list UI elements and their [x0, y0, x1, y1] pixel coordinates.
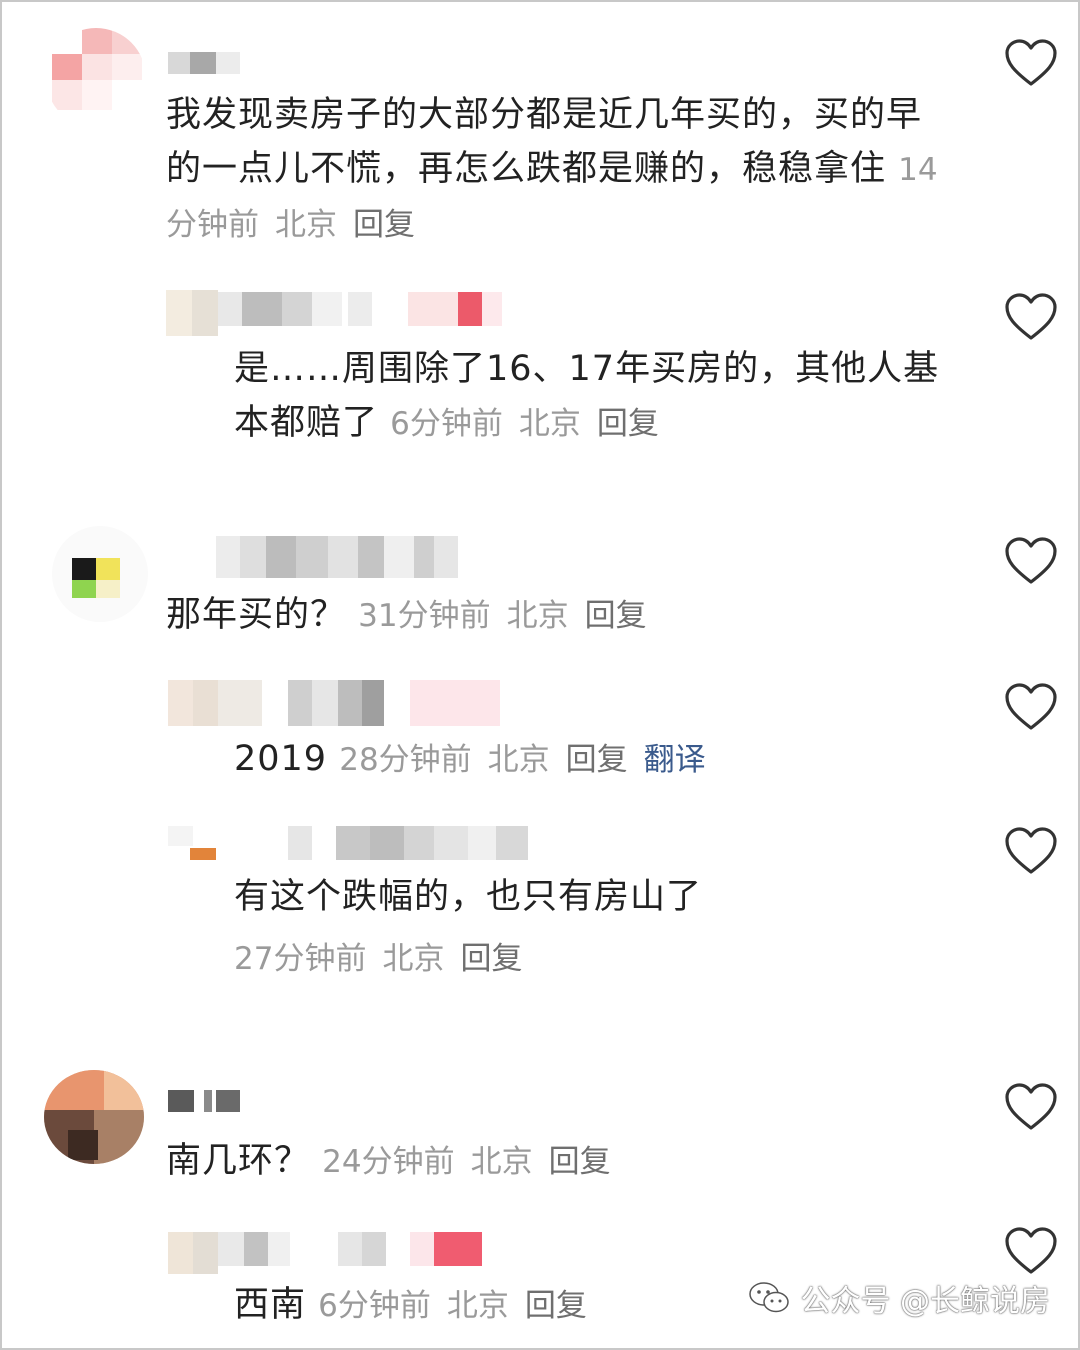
- timestamp: 6分钟前: [390, 406, 503, 442]
- location: 北京: [470, 1144, 533, 1180]
- reply-button[interactable]: 回复: [353, 207, 415, 243]
- username-blurred[interactable]: [218, 826, 530, 860]
- location: 北京: [275, 207, 337, 243]
- avatar[interactable]: [46, 28, 146, 128]
- like-heart-icon[interactable]: [1004, 1082, 1058, 1132]
- timestamp: 31分钟前: [358, 598, 491, 634]
- like-heart-icon[interactable]: [1004, 292, 1058, 342]
- translate-button[interactable]: 翻译: [644, 742, 706, 778]
- comment-meta: 31分钟前 北京 回复: [358, 598, 646, 634]
- like-heart-icon[interactable]: [1004, 826, 1058, 876]
- reply-text: 是……周围除了16、17年买房的，其他人基本都赔了 6分钟前 北京 回复: [234, 349, 940, 443]
- avatar[interactable]: [44, 1070, 144, 1164]
- location: 北京: [506, 598, 569, 634]
- username-blurred[interactable]: [168, 1090, 244, 1112]
- comment-meta: 6分钟前 北京 回复: [318, 1288, 587, 1324]
- reply-button[interactable]: 回复: [460, 941, 522, 977]
- avatar[interactable]: [168, 1232, 218, 1274]
- comment-meta: 27分钟前 北京 回复: [234, 932, 954, 986]
- timestamp: 6分钟前: [318, 1288, 431, 1324]
- username-blurred[interactable]: [216, 536, 460, 578]
- location: 北京: [446, 1288, 509, 1324]
- comment-meta: 6分钟前 北京 回复: [390, 406, 659, 442]
- timestamp: 28分钟前: [339, 742, 472, 778]
- like-heart-icon[interactable]: [1004, 1226, 1058, 1276]
- watermark: 公众号 @长鲸说房: [748, 1276, 1050, 1320]
- username-blurred[interactable]: [218, 1232, 488, 1266]
- like-heart-icon[interactable]: [1004, 38, 1058, 88]
- username-blurred[interactable]: [218, 680, 508, 726]
- comment-meta: 24分钟前 北京 回复: [322, 1144, 610, 1180]
- comment-meta: 28分钟前 北京 回复 翻译: [339, 742, 705, 778]
- avatar[interactable]: [52, 526, 148, 622]
- username-blurred[interactable]: [168, 52, 248, 74]
- reply-button[interactable]: 回复: [566, 742, 628, 778]
- comment-text: 那年买的？ 31分钟前 北京 回复: [166, 595, 647, 635]
- reply-text: 有这个跌幅的，也只有房山了 27分钟前 北京 回复: [234, 870, 954, 986]
- avatar[interactable]: [168, 826, 218, 870]
- location: 北京: [382, 941, 445, 977]
- reply-button[interactable]: 回复: [549, 1144, 611, 1180]
- reply-text: 2019 28分钟前 北京 回复 翻译: [234, 739, 706, 779]
- reply-text: 西南 6分钟前 北京 回复: [234, 1285, 587, 1325]
- like-heart-icon[interactable]: [1004, 682, 1058, 732]
- location: 北京: [487, 742, 550, 778]
- username-blurred[interactable]: [218, 292, 508, 326]
- timestamp: 24分钟前: [322, 1144, 455, 1180]
- location: 北京: [518, 406, 581, 442]
- timestamp: 27分钟前: [234, 941, 367, 977]
- avatar[interactable]: [166, 290, 218, 336]
- reply-button[interactable]: 回复: [585, 598, 647, 634]
- wechat-icon: [748, 1280, 790, 1316]
- reply-button[interactable]: 回复: [525, 1288, 587, 1324]
- like-heart-icon[interactable]: [1004, 536, 1058, 586]
- reply-button[interactable]: 回复: [597, 406, 659, 442]
- avatar[interactable]: [168, 680, 218, 726]
- watermark-text: 公众号 @长鲸说房: [800, 1284, 1050, 1319]
- comment-text: 我发现卖房子的大部分都是近几年买的，买的早的一点儿不慌，再怎么跌都是赚的，稳稳拿…: [166, 95, 938, 243]
- comment-text: 南几环？ 24分钟前 北京 回复: [166, 1141, 611, 1181]
